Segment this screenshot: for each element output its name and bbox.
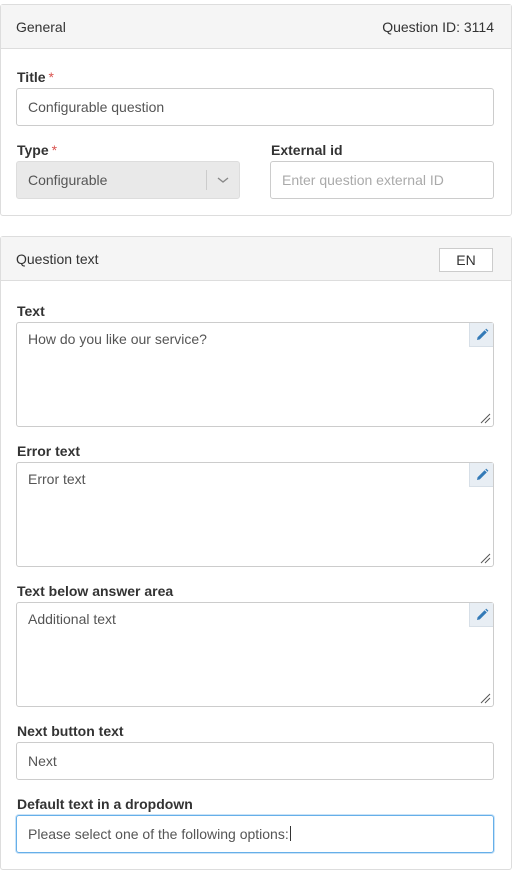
question-text-panel-title: Question text bbox=[16, 251, 99, 267]
error-text-textarea[interactable]: Error text bbox=[16, 462, 494, 567]
title-input-value: Configurable question bbox=[28, 99, 165, 115]
general-panel-header: General Question ID: 3114 bbox=[1, 5, 511, 49]
text-below-label: Text below answer area bbox=[17, 583, 174, 599]
text-below-textarea[interactable]: Additional text bbox=[16, 602, 494, 707]
question-id: Question ID: 3114 bbox=[382, 19, 494, 35]
title-input[interactable]: Configurable question bbox=[16, 88, 494, 126]
required-mark: * bbox=[51, 142, 58, 158]
chevron-down-icon[interactable] bbox=[216, 173, 230, 187]
pencil-icon bbox=[477, 328, 489, 340]
external-id-input[interactable]: Enter question external ID bbox=[270, 161, 494, 199]
next-button-text-input[interactable]: Next bbox=[16, 742, 494, 780]
question-text-panel-header: Question text EN bbox=[1, 237, 511, 281]
text-caret bbox=[289, 826, 291, 841]
dropdown-default-text-label: Default text in a dropdown bbox=[17, 796, 193, 812]
select-divider bbox=[206, 170, 207, 190]
edit-text-below-button[interactable] bbox=[469, 603, 493, 627]
general-panel: General Question ID: 3114 Title * Configu… bbox=[0, 4, 512, 216]
dropdown-default-text-input[interactable]: Please select one of the following optio… bbox=[16, 815, 494, 853]
resize-handle-icon[interactable] bbox=[479, 552, 491, 564]
resize-handle-icon[interactable] bbox=[479, 412, 491, 424]
dropdown-default-text-value: Please select one of the following optio… bbox=[28, 826, 289, 842]
error-text-value: Error text bbox=[28, 471, 86, 487]
title-label-text: Title bbox=[17, 69, 46, 85]
edit-error-text-button[interactable] bbox=[469, 463, 493, 487]
error-text-label: Error text bbox=[17, 443, 81, 459]
text-label: Text bbox=[17, 303, 45, 319]
type-select[interactable]: Configurable bbox=[16, 161, 240, 199]
type-label: Type * bbox=[17, 142, 57, 158]
type-select-value: Configurable bbox=[28, 172, 108, 188]
text-textarea[interactable]: How do you like our service? bbox=[16, 322, 494, 427]
text-below-value: Additional text bbox=[28, 611, 116, 627]
required-mark: * bbox=[48, 69, 54, 85]
edit-text-button[interactable] bbox=[469, 323, 493, 347]
language-button[interactable]: EN bbox=[439, 248, 493, 272]
pencil-icon bbox=[477, 608, 489, 620]
resize-handle-icon[interactable] bbox=[479, 692, 491, 704]
text-textarea-value: How do you like our service? bbox=[28, 331, 207, 347]
question-text-panel: Question text EN Text How do you like ou… bbox=[0, 236, 512, 870]
title-label: Title * bbox=[17, 69, 54, 85]
external-id-placeholder: Enter question external ID bbox=[282, 172, 444, 188]
pencil-icon bbox=[477, 468, 489, 480]
external-id-label: External id bbox=[271, 142, 343, 158]
type-label-text: Type bbox=[17, 142, 49, 158]
general-panel-title: General bbox=[16, 19, 66, 35]
next-button-text-value: Next bbox=[28, 753, 57, 769]
next-button-text-label: Next button text bbox=[17, 723, 124, 739]
